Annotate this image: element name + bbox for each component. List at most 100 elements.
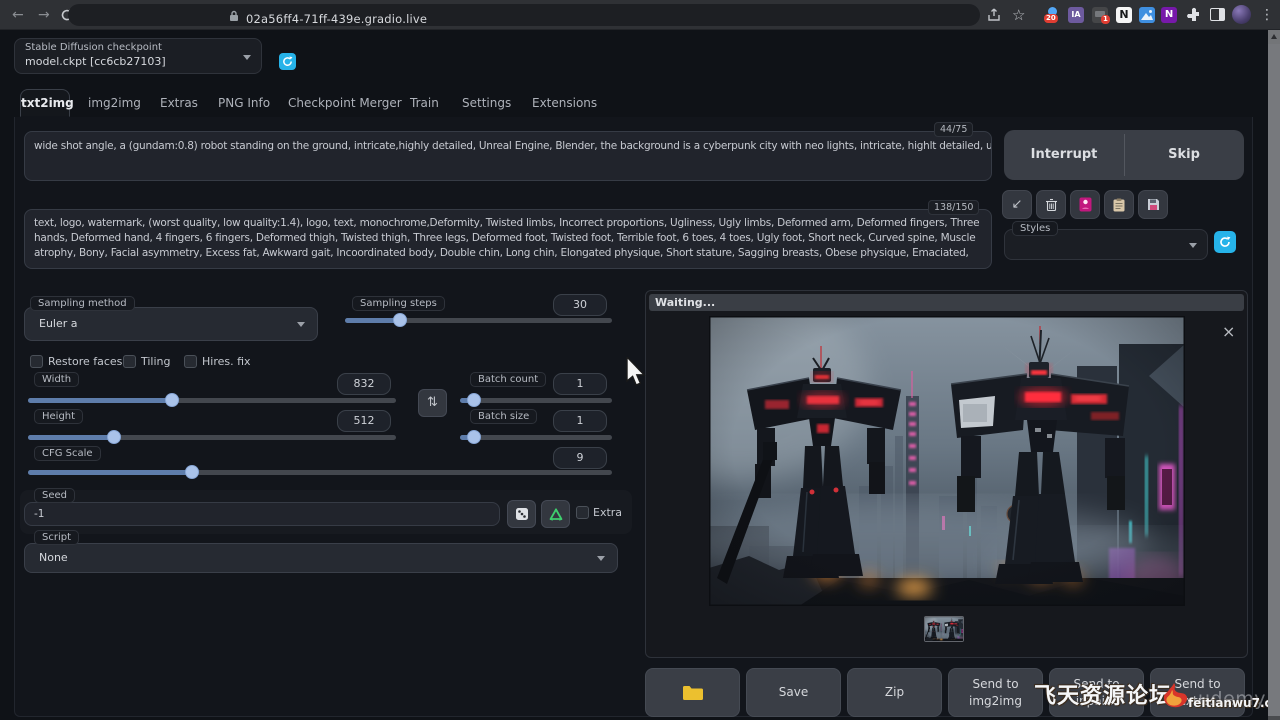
address-bar[interactable]: 02a56ff4-71ff-439e.gradio.live — [68, 4, 980, 26]
zip-button[interactable]: Zip — [847, 668, 942, 717]
extension-picture-icon[interactable] — [1139, 7, 1155, 23]
interrupt-button[interactable]: Interrupt — [1004, 130, 1124, 180]
tiling-checkbox[interactable] — [123, 355, 136, 368]
open-folder-button[interactable] — [645, 668, 740, 717]
slider-handle[interactable] — [393, 313, 407, 327]
random-seed-button[interactable] — [507, 500, 536, 528]
share-icon[interactable] — [986, 7, 1002, 23]
extra-networks-button[interactable] — [1070, 190, 1100, 219]
tab-settings[interactable]: Settings — [462, 96, 511, 110]
tab-extensions[interactable]: Extensions — [532, 96, 597, 110]
batch-size-value: 1 — [577, 414, 584, 427]
swap-arrows-icon: ⇅ — [427, 395, 438, 410]
slider-handle[interactable] — [467, 430, 481, 444]
extra-seed-checkbox[interactable] — [576, 506, 589, 519]
negative-prompt-textarea[interactable]: text, logo, watermark, (worst quality, l… — [24, 209, 992, 269]
slider-fill — [28, 435, 114, 440]
forward-icon[interactable]: → — [38, 0, 50, 30]
extension-ia-icon[interactable]: IA — [1068, 7, 1084, 23]
styles-refresh-button[interactable] — [1214, 231, 1236, 253]
width-value: 832 — [354, 377, 375, 390]
restore-faces-checkbox[interactable] — [30, 355, 43, 368]
prompt-textarea[interactable]: wide shot angle, a (gundam:0.8) robot st… — [24, 131, 992, 181]
batch-count-slider[interactable] — [460, 398, 612, 403]
apply-style-button[interactable] — [1104, 190, 1134, 219]
trash-icon — [1045, 198, 1058, 212]
scroll-up-arrow-icon — [1271, 34, 1277, 39]
arrow-down-left-icon: ↙ — [1012, 197, 1023, 212]
side-panel-icon[interactable] — [1210, 8, 1225, 21]
site-name-cn: 飞天资源论坛 — [1034, 684, 1172, 709]
mouse-cursor — [626, 357, 648, 389]
save-style-button[interactable] — [1138, 190, 1168, 219]
extension-blue-dot-icon[interactable]: 20 — [1044, 7, 1060, 23]
save-button[interactable]: Save — [746, 668, 841, 717]
script-dropdown[interactable]: None — [24, 543, 618, 573]
cfg-scale-input[interactable]: 9 — [553, 447, 607, 469]
width-input[interactable]: 832 — [337, 373, 391, 395]
height-input[interactable]: 512 — [337, 410, 391, 432]
slider-handle[interactable] — [107, 430, 121, 444]
slider-fill — [345, 318, 400, 323]
scrollbar-thumb[interactable] — [1268, 44, 1280, 716]
extension-camera-icon[interactable]: 1 — [1092, 7, 1110, 23]
refresh-icon — [1219, 236, 1231, 248]
tab-extras[interactable]: Extras — [160, 96, 198, 110]
batch-size-label: Batch size — [470, 409, 537, 424]
extensions-puzzle-icon[interactable] — [1186, 7, 1202, 23]
tiling-label: Tiling — [141, 355, 171, 368]
paste-params-button[interactable]: ↙ — [1002, 190, 1032, 219]
close-preview-icon[interactable]: × — [1222, 322, 1235, 341]
chevron-down-icon — [1189, 243, 1197, 248]
send-to-img2img-button[interactable]: Send to img2img — [948, 668, 1043, 717]
progress-status-text: Waiting... — [655, 296, 715, 309]
prompt-token-counter: 44/75 — [934, 122, 973, 137]
slider-handle[interactable] — [185, 465, 199, 479]
back-icon[interactable]: ← — [12, 0, 24, 30]
extension-badge: 20 — [1044, 14, 1058, 23]
extension-onenote-icon[interactable]: N — [1161, 7, 1177, 23]
generate-button-group: Interrupt Skip — [1004, 130, 1244, 180]
extension-notion-icon[interactable]: N — [1116, 7, 1132, 23]
cfg-scale-value: 9 — [577, 451, 584, 464]
folder-icon — [682, 684, 704, 701]
slider-handle[interactable] — [165, 393, 179, 407]
dice-icon — [515, 507, 529, 521]
tab-label: PNG Info — [218, 96, 270, 110]
tab-txt2img[interactable]: txt2img — [20, 89, 70, 117]
bookmark-star-icon[interactable]: ☆ — [1012, 0, 1025, 30]
batch-count-input[interactable]: 1 — [553, 373, 607, 395]
swap-dimensions-button[interactable]: ⇅ — [418, 389, 447, 417]
batch-size-slider[interactable] — [460, 435, 612, 440]
batch-size-input[interactable]: 1 — [553, 410, 607, 432]
sampling-method-dropdown[interactable]: Euler a — [24, 307, 318, 341]
height-label: Height — [34, 409, 83, 424]
tab-img2img[interactable]: img2img — [88, 96, 141, 110]
zip-label: Zip — [885, 685, 904, 699]
tab-label: txt2img — [21, 96, 74, 110]
reuse-seed-button[interactable] — [541, 500, 570, 528]
chrome-menu-icon[interactable]: ⋮ — [1260, 0, 1274, 30]
tab-label: Settings — [462, 96, 511, 110]
gallery-thumbnail[interactable] — [924, 616, 964, 642]
clear-prompt-button[interactable] — [1036, 190, 1066, 219]
floppy-disk-icon — [1147, 198, 1160, 211]
seed-input[interactable]: -1 — [24, 502, 500, 526]
generated-image[interactable] — [709, 316, 1185, 606]
hires-fix-checkbox[interactable] — [184, 355, 197, 368]
tab-checkpoint-merger[interactable]: Checkpoint Merger — [288, 96, 402, 110]
slider-handle[interactable] — [467, 393, 481, 407]
site-watermark-cn: 飞天资源论坛 — [1034, 678, 1172, 710]
checkpoint-label: Stable Diffusion checkpoint — [25, 42, 162, 53]
sampling-steps-input[interactable]: 30 — [553, 294, 607, 316]
page-scrollbar[interactable] — [1268, 30, 1280, 720]
checkpoint-refresh-button[interactable] — [279, 53, 296, 70]
tab-png-info[interactable]: PNG Info — [218, 96, 270, 110]
checkpoint-dropdown[interactable]: Stable Diffusion checkpoint model.ckpt [… — [14, 38, 262, 74]
scroll-up-button[interactable] — [1268, 30, 1280, 44]
tab-label: img2img — [88, 96, 141, 110]
profile-avatar[interactable] — [1232, 5, 1251, 24]
skip-button[interactable]: Skip — [1124, 130, 1244, 180]
clipboard-icon — [1113, 198, 1125, 212]
tab-train[interactable]: Train — [410, 96, 439, 110]
